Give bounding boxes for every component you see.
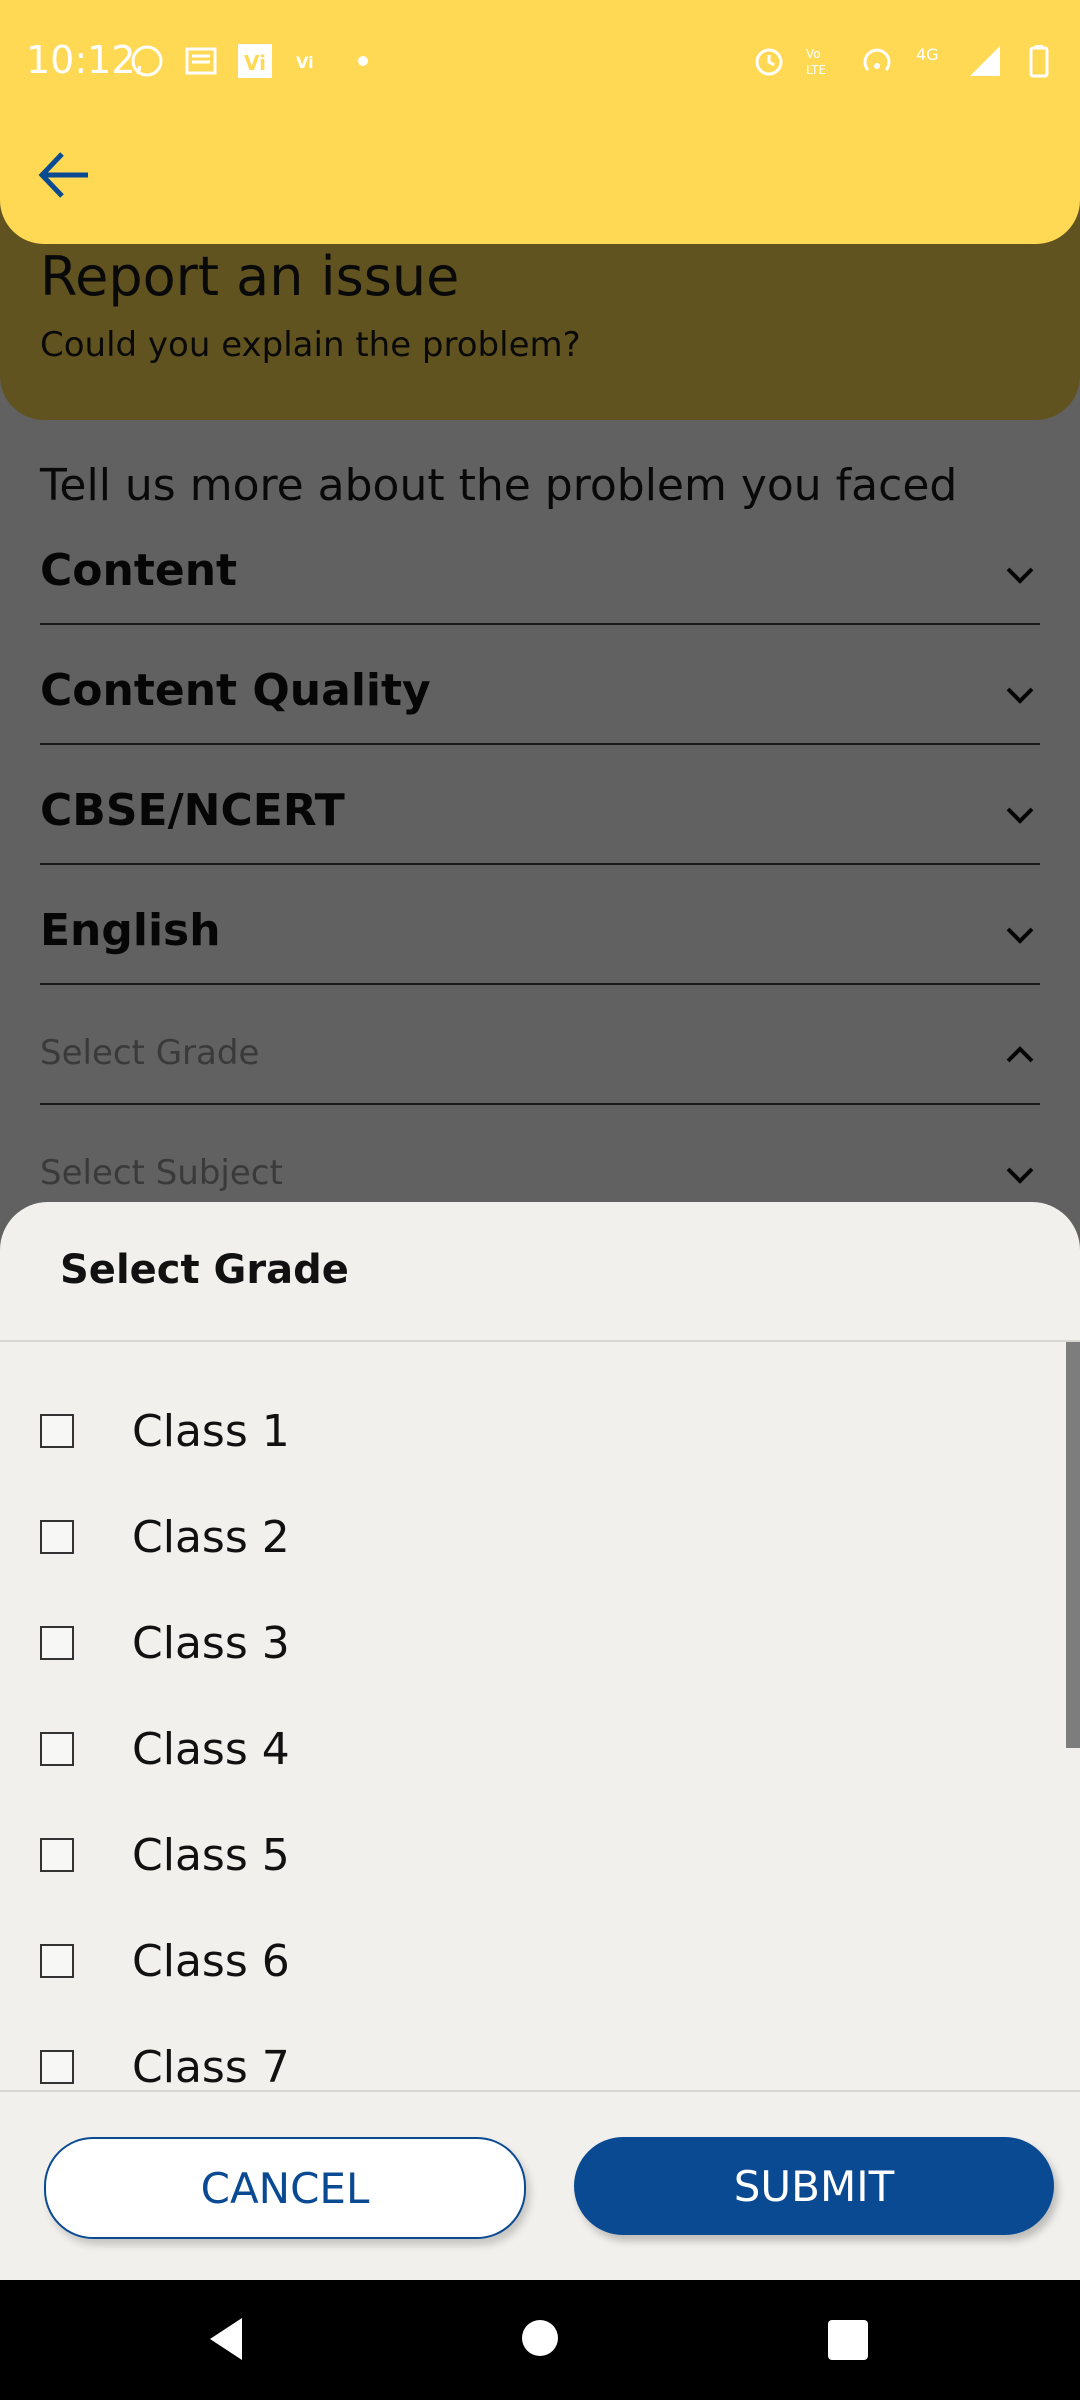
option-label: Class 2	[132, 1512, 290, 1563]
dropdown-board[interactable]: CBSE/NCERT	[40, 745, 1040, 865]
option-label: Class 5	[132, 1830, 290, 1881]
dropdown-category[interactable]: Content	[40, 505, 1040, 625]
svg-text:Vi: Vi	[296, 53, 314, 72]
option-label: Class 6	[132, 1936, 290, 1987]
checkbox[interactable]	[40, 1732, 74, 1766]
chevron-down-icon	[1006, 1167, 1034, 1184]
4g-icon: 4G	[916, 45, 939, 64]
svg-text:Vi: Vi	[244, 51, 266, 75]
option-class-6[interactable]: Class 6	[0, 1908, 1066, 2014]
back-triangle-icon[interactable]	[206, 2316, 246, 2362]
option-class-3[interactable]: Class 3	[0, 1590, 1066, 1696]
dropdown-medium[interactable]: English	[40, 865, 1040, 985]
chevron-down-icon	[1006, 567, 1034, 584]
form-question: Tell us more about the problem you faced	[40, 460, 958, 511]
dropdown-placeholder: Select Grade	[40, 1033, 260, 1073]
status-time: 10:12	[26, 38, 136, 82]
option-class-4[interactable]: Class 4	[0, 1696, 1066, 1802]
dropdown-label: Content	[40, 545, 238, 596]
grade-bottom-sheet: Select Grade Class 1 Class 2 Class 3 Cla…	[0, 1202, 1080, 2280]
vi-icon: Vi	[238, 44, 272, 78]
checkbox[interactable]	[40, 2050, 74, 2084]
chevron-down-icon	[1006, 927, 1034, 944]
submit-button[interactable]: SUBMIT	[574, 2137, 1054, 2235]
dropdown-grade[interactable]: Select Grade	[40, 985, 1040, 1105]
arrow-left-icon[interactable]	[34, 144, 96, 206]
option-class-1[interactable]: Class 1	[0, 1378, 1066, 1484]
network-label: 4G	[916, 45, 939, 64]
svg-text:Vo: Vo	[806, 47, 821, 61]
sheet-footer: CANCEL SUBMIT	[0, 2092, 1080, 2280]
page-subtitle: Could you explain the problem?	[40, 325, 581, 365]
dropdown-label: English	[40, 905, 221, 956]
option-label: Class 1	[132, 1406, 290, 1457]
option-label: Class 4	[132, 1724, 290, 1775]
recents-square-icon[interactable]	[828, 2320, 868, 2360]
news-icon	[185, 47, 217, 75]
alarm-icon	[755, 48, 783, 76]
page-title: Report an issue	[40, 245, 460, 308]
checkbox[interactable]	[40, 1520, 74, 1554]
battery-icon	[1029, 45, 1049, 78]
sheet-title: Select Grade	[60, 1247, 349, 1293]
option-class-5[interactable]: Class 5	[0, 1802, 1066, 1908]
system-nav-bar	[0, 2280, 1080, 2400]
dropdown-label: Content Quality	[40, 665, 431, 716]
home-circle-icon[interactable]	[522, 2320, 558, 2356]
dot-icon	[358, 56, 368, 66]
whatsapp-icon	[131, 45, 163, 77]
signal-icon	[970, 46, 1000, 76]
vi-small-icon: Vi	[296, 53, 314, 72]
dropdown-placeholder: Select Subject	[40, 1153, 283, 1193]
scrollbar[interactable]	[1066, 1342, 1080, 1748]
chevron-down-icon	[1006, 687, 1034, 704]
checkbox[interactable]	[40, 1626, 74, 1660]
checkbox[interactable]	[40, 1414, 74, 1448]
checkbox[interactable]	[40, 1944, 74, 1978]
status-bar: 10:12 Vi Vi Vo LTE 4G	[0, 0, 1080, 124]
volte-icon: Vo LTE	[806, 47, 826, 77]
chevron-up-icon	[1006, 1046, 1034, 1063]
option-class-2[interactable]: Class 2	[0, 1484, 1066, 1590]
hotspot-icon	[863, 48, 891, 71]
checkbox[interactable]	[40, 1838, 74, 1872]
cancel-button[interactable]: CANCEL	[44, 2137, 526, 2239]
chevron-down-icon	[1006, 807, 1034, 824]
app-bar	[0, 124, 1080, 244]
svg-text:LTE: LTE	[806, 63, 826, 77]
option-label: Class 3	[132, 1618, 290, 1669]
option-label: Class 7	[132, 2042, 290, 2093]
dropdown-label: CBSE/NCERT	[40, 785, 345, 836]
dropdown-issue-type[interactable]: Content Quality	[40, 625, 1040, 745]
